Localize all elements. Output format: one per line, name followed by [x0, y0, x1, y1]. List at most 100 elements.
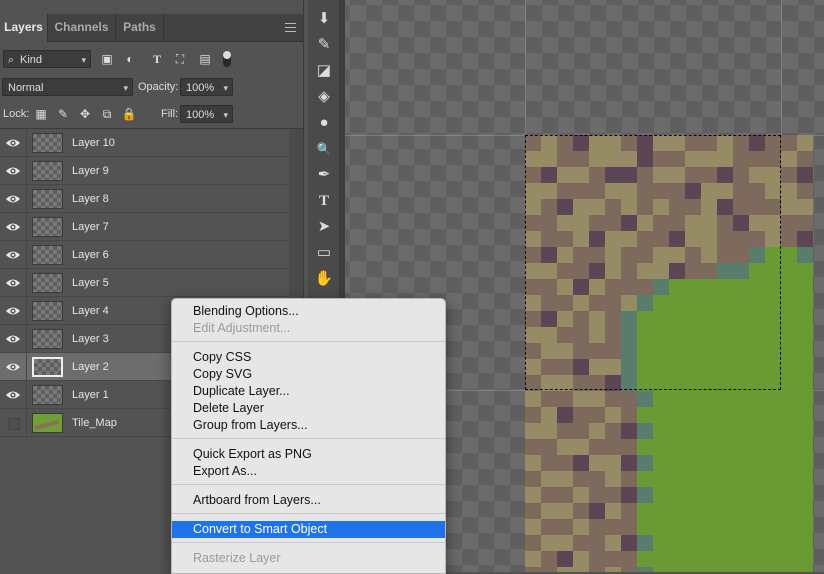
map-tile: [701, 567, 717, 572]
layer-name[interactable]: Layer 3: [72, 325, 109, 353]
layer-thumbnail[interactable]: [32, 385, 63, 405]
eye-icon[interactable]: [5, 332, 21, 346]
eye-icon[interactable]: [5, 136, 21, 150]
layer-name[interactable]: Layer 10: [72, 129, 115, 157]
blend-row: Normal ▾ Opacity: 100% ▾: [0, 78, 303, 96]
layer-name[interactable]: Layer 9: [72, 157, 109, 185]
layer-thumbnail[interactable]: [32, 189, 63, 209]
blend-mode-value: Normal: [8, 82, 44, 94]
map-tile: [701, 471, 717, 487]
paint-bucket-tool-icon[interactable]: ◈: [313, 86, 335, 108]
eye-icon[interactable]: [5, 220, 21, 234]
selection-marquee[interactable]: [525, 135, 781, 390]
map-tile: [541, 407, 557, 423]
layer-row-layer-10[interactable]: Layer 10: [0, 129, 288, 157]
eye-icon[interactable]: [5, 248, 21, 262]
map-tile: [797, 263, 813, 279]
layer-thumbnail[interactable]: [32, 273, 63, 293]
layer-row-layer-6[interactable]: Layer 6: [0, 241, 288, 269]
map-tile: [653, 487, 669, 503]
menu-item-delete-layer[interactable]: Delete Layer: [172, 400, 445, 417]
layer-thumbnail[interactable]: [32, 329, 63, 349]
lock-transparent-icon[interactable]: ▦: [33, 105, 49, 123]
menu-item-copy-css[interactable]: Copy CSS: [172, 349, 445, 366]
tab-channels[interactable]: Channels: [48, 14, 116, 41]
map-tile: [637, 535, 653, 551]
layer-thumbnail[interactable]: [32, 217, 63, 237]
layer-name[interactable]: Layer 6: [72, 241, 109, 269]
lock-all-icon[interactable]: 🔒: [121, 105, 137, 123]
adjustment-filter-icon[interactable]: ◐: [122, 50, 138, 68]
layer-thumbnail[interactable]: [32, 301, 63, 321]
type-tool-icon[interactable]: T: [313, 190, 335, 212]
layer-filter-select[interactable]: ⌕ Kind ▾: [3, 50, 91, 68]
menu-item-group-from-layers[interactable]: Group from Layers...: [172, 417, 445, 434]
layer-thumbnail[interactable]: [32, 245, 63, 265]
lock-image-icon[interactable]: ✎: [55, 105, 71, 123]
menu-item-blending-options[interactable]: Blending Options...: [172, 303, 445, 320]
layer-name[interactable]: Layer 1: [72, 381, 109, 409]
layer-row-layer-9[interactable]: Layer 9: [0, 157, 288, 185]
map-tile: [605, 551, 621, 567]
menu-item-copy-svg[interactable]: Copy SVG: [172, 366, 445, 383]
layer-row-layer-7[interactable]: Layer 7: [0, 213, 288, 241]
layer-thumbnail[interactable]: [32, 133, 63, 153]
image-filter-icon[interactable]: ▣: [99, 50, 115, 68]
dodge-tool-icon[interactable]: 🔍: [313, 138, 335, 160]
map-tile: [589, 535, 605, 551]
path-selection-tool-icon[interactable]: ➤: [313, 216, 335, 238]
layer-row-layer-5[interactable]: Layer 5: [0, 269, 288, 297]
map-tile: [701, 535, 717, 551]
eye-icon[interactable]: [5, 164, 21, 178]
menu-item-artboard-from-layers[interactable]: Artboard from Layers...: [172, 492, 445, 509]
lock-artboard-icon[interactable]: ⧉: [99, 105, 115, 123]
shape-filter-icon[interactable]: ⛶: [172, 50, 188, 68]
menu-item-export-as[interactable]: Export As...: [172, 463, 445, 480]
menu-item-quick-export-as-png[interactable]: Quick Export as PNG: [172, 446, 445, 463]
opacity-field[interactable]: 100% ▾: [180, 78, 233, 96]
pen-tool-icon[interactable]: ✒: [313, 164, 335, 186]
eye-icon[interactable]: [5, 276, 21, 290]
layer-name[interactable]: Layer 7: [72, 213, 109, 241]
eye-icon[interactable]: [5, 360, 21, 374]
layer-thumbnail[interactable]: [32, 413, 63, 433]
blur-tool-icon[interactable]: ●: [313, 112, 335, 134]
layer-name[interactable]: Tile_Map: [72, 409, 117, 437]
tab-paths[interactable]: Paths: [116, 14, 164, 41]
fill-field[interactable]: 100% ▾: [180, 105, 233, 123]
smart-object-filter-icon[interactable]: ▤: [197, 50, 213, 68]
layer-name[interactable]: Layer 8: [72, 185, 109, 213]
menu-item-duplicate-layer[interactable]: Duplicate Layer...: [172, 383, 445, 400]
menu-item-convert-to-smart-object[interactable]: Convert to Smart Object: [172, 521, 445, 538]
eye-icon[interactable]: [5, 304, 21, 318]
eraser-tool-icon[interactable]: ◪: [313, 60, 335, 82]
type-filter-icon[interactable]: T: [149, 50, 165, 68]
layer-name[interactable]: Layer 2: [72, 353, 109, 381]
stamp-tool-icon[interactable]: ⬇: [313, 8, 335, 30]
eye-icon[interactable]: [5, 388, 21, 402]
layer-thumbnail[interactable]: [32, 161, 63, 181]
map-tile: [637, 407, 653, 423]
visibility-toggle[interactable]: [8, 418, 20, 430]
layer-row-layer-8[interactable]: Layer 8: [0, 185, 288, 213]
layer-name[interactable]: Layer 4: [72, 297, 109, 325]
map-tile: [717, 391, 733, 407]
layer-thumbnail[interactable]: [32, 357, 63, 377]
blend-mode-select[interactable]: Normal ▾: [2, 78, 133, 96]
layer-name[interactable]: Layer 5: [72, 269, 109, 297]
menu-separator: [172, 542, 445, 543]
map-tile: [749, 535, 765, 551]
eye-icon[interactable]: [5, 192, 21, 206]
hand-tool-icon[interactable]: ✋: [313, 268, 335, 290]
map-tile: [701, 439, 717, 455]
map-tile: [797, 519, 813, 535]
map-tile: [717, 471, 733, 487]
layer-row-divider: [26, 409, 27, 437]
history-brush-tool-icon[interactable]: ✎: [313, 34, 335, 56]
tab-layers[interactable]: Layers: [0, 14, 48, 42]
panel-menu-icon[interactable]: [285, 23, 296, 32]
map-tile: [797, 311, 813, 327]
filter-toggle-icon[interactable]: [223, 51, 231, 67]
rectangle-tool-icon[interactable]: ▭: [313, 242, 335, 264]
lock-position-icon[interactable]: ✥: [77, 105, 93, 123]
